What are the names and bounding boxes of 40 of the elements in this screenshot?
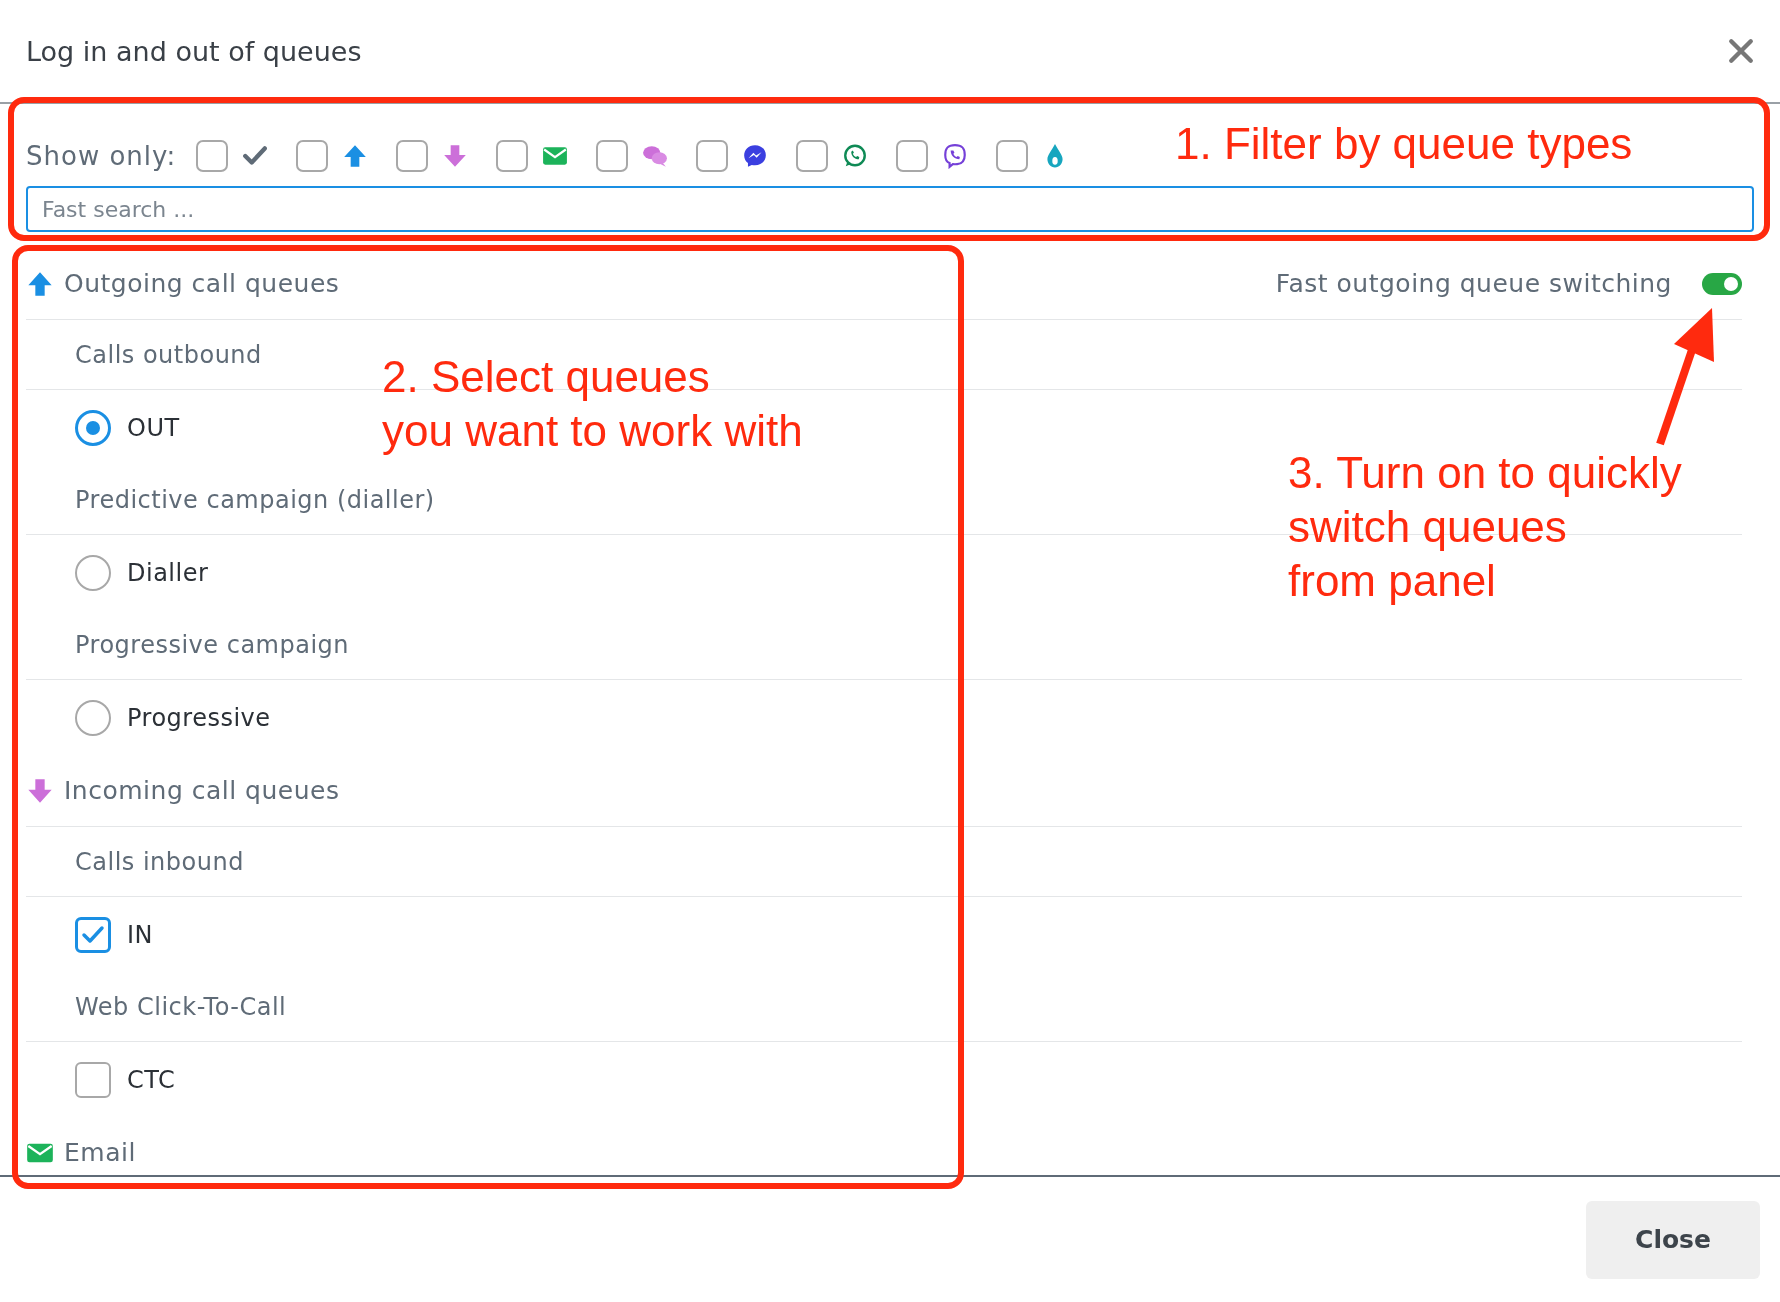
annotation-text: 1. Filter by queue types: [1175, 118, 1633, 170]
radio-button[interactable]: [75, 554, 111, 591]
queue-name: CTC: [127, 1065, 176, 1094]
section-title: Web Click-To-Call: [26, 972, 1742, 1042]
filter-checkbox[interactable]: [896, 140, 929, 172]
filter-checkbox[interactable]: [196, 140, 229, 172]
filter-checkbox[interactable]: [696, 140, 729, 172]
queue-name: Dialler: [127, 558, 209, 587]
annotation-text: 2. Select queues you want to work with: [382, 351, 803, 457]
filter-checkbox[interactable]: [396, 140, 429, 172]
annotation-text: 3. Turn on to quickly switch queues from panel: [1288, 447, 1682, 607]
phone-bubble-icon: [942, 143, 969, 169]
checkbox[interactable]: [75, 1061, 111, 1098]
toggle-switch[interactable]: [1702, 272, 1742, 295]
filter-checkbox[interactable]: [996, 140, 1029, 172]
filter-checkbox[interactable]: [796, 140, 829, 172]
group-title: Outgoing call queues: [64, 269, 340, 298]
group-title: Incoming call queues: [64, 776, 340, 805]
dialog-title: Log in and out of queues: [26, 35, 362, 67]
section-title: Progressive campaign: [26, 610, 1742, 680]
section-title: Calls inbound: [26, 827, 1742, 897]
radio-button[interactable]: [75, 699, 111, 736]
phone-bubble-icon: [842, 143, 869, 169]
filter-label: Show only:: [26, 141, 177, 171]
filter-checkbox[interactable]: [296, 140, 329, 172]
close-icon[interactable]: [1728, 38, 1754, 64]
queue-name: Progressive: [127, 703, 271, 732]
close-button[interactable]: Close: [1586, 1200, 1760, 1279]
queue-name: IN: [127, 920, 154, 949]
down-arrow-icon: [26, 776, 54, 805]
radio-button[interactable]: [75, 409, 111, 446]
queue-name: OUT: [127, 413, 180, 442]
filter-checkbox[interactable]: [496, 140, 529, 172]
filter-checkbox[interactable]: [596, 140, 629, 172]
group-title: Email: [64, 1138, 136, 1167]
chat-bubble-icon: [742, 143, 769, 169]
switch-label: Fast outgoing queue switching: [1275, 269, 1672, 298]
search-field[interactable]: Fast search ...: [26, 186, 1754, 232]
checkbox[interactable]: [75, 916, 111, 953]
chat-bubbles-icon: [642, 143, 669, 169]
